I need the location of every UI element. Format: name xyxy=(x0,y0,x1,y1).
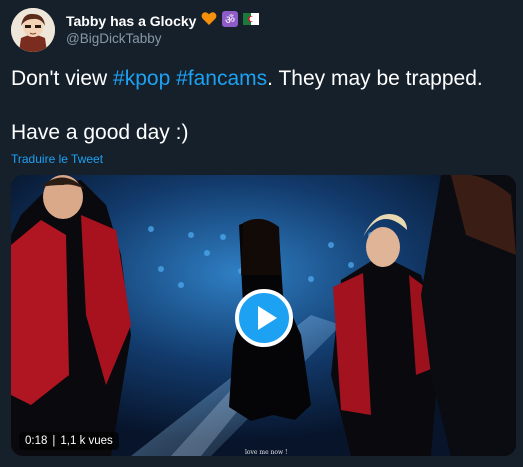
author-handle[interactable]: @BigDickTabby xyxy=(66,31,162,46)
video-duration: 0:18 xyxy=(25,435,48,447)
hashtag-fancams[interactable]: #fancams xyxy=(176,67,267,90)
flag-icon xyxy=(243,12,260,30)
video-meta: 0:18 | 1,1 k vues xyxy=(19,432,119,450)
tweet-text: Don't view #kpop #fancams. They may be t… xyxy=(11,66,511,146)
video-subtitle: love me now ! xyxy=(245,449,288,456)
tweet-text-suffix: . They may be trapped. xyxy=(267,67,483,90)
tweet-card[interactable]: Tabby has a Glocky ॐ @BigDickTabby Don't… xyxy=(0,0,523,467)
play-button[interactable] xyxy=(235,289,293,347)
svg-text:ॐ: ॐ xyxy=(225,13,235,26)
avatar[interactable] xyxy=(11,8,55,52)
video-separator: | xyxy=(52,435,56,447)
video-player[interactable]: 0:18 | 1,1 k vues love me now ! xyxy=(11,175,516,456)
author-name-row: Tabby has a Glocky ॐ xyxy=(66,10,260,32)
tweet-text-prefix: Don't view xyxy=(11,67,114,90)
tweet-text-line-2: Have a good day :) xyxy=(11,121,189,144)
play-icon xyxy=(258,306,277,330)
tweet-text-line-1: Don't view #kpop #fancams. They may be t… xyxy=(11,66,511,92)
translate-tweet-link[interactable]: Traduire le Tweet xyxy=(11,152,103,166)
orange-heart-icon xyxy=(201,11,217,31)
video-views: 1,1 k vues xyxy=(60,435,113,447)
om-symbol-icon: ॐ xyxy=(222,10,239,32)
author-display-name[interactable]: Tabby has a Glocky xyxy=(66,13,196,29)
hashtag-kpop[interactable]: #kpop xyxy=(113,67,170,90)
